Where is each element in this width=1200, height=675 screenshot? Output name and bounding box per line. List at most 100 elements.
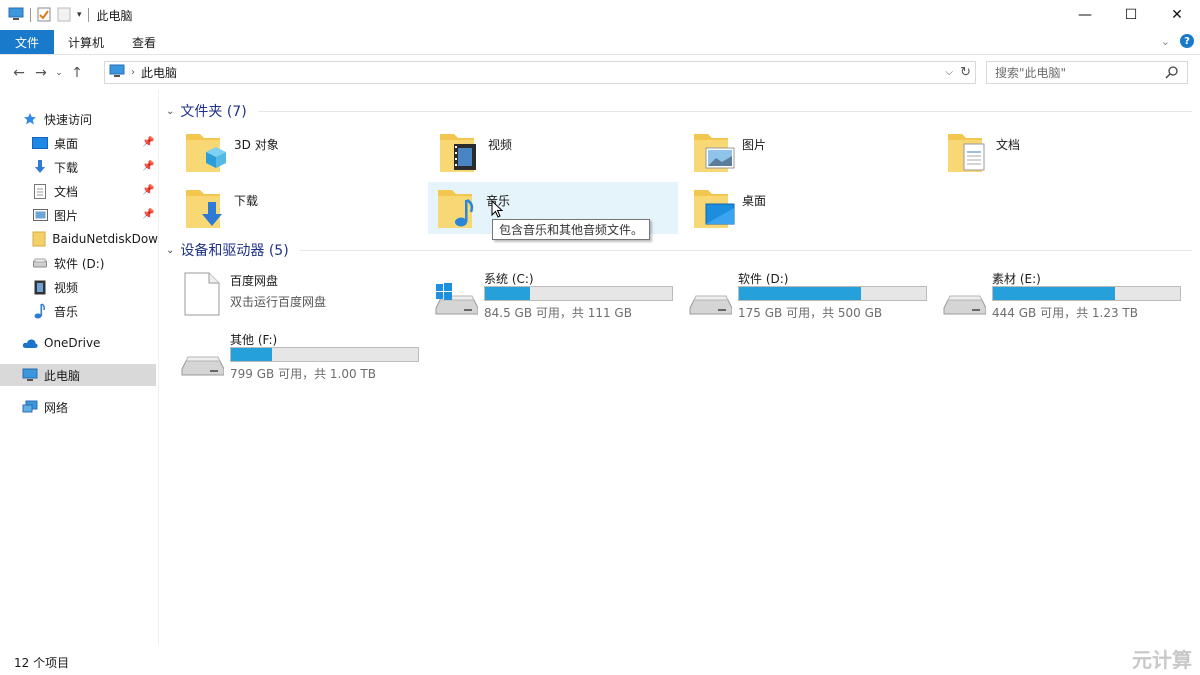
folder-downloads[interactable]: 下载	[176, 182, 426, 234]
storage-usage-fill	[739, 287, 861, 300]
app-file-icon	[184, 272, 220, 316]
breadcrumb-separator-icon[interactable]: ›	[131, 67, 135, 78]
tab-view[interactable]: 查看	[118, 30, 170, 54]
storage-usage-bar	[484, 286, 673, 301]
sidebar-item-videos[interactable]: 视频	[32, 276, 142, 298]
sidebar-item-quick-access[interactable]: 快速访问	[22, 108, 152, 130]
customize-toolbar-chevron-icon[interactable]: ▾	[77, 10, 82, 20]
collapse-chevron-icon[interactable]: ⌄	[166, 106, 174, 117]
tab-computer[interactable]: 计算机	[54, 30, 118, 54]
breadcrumb[interactable]: 此电脑	[141, 64, 177, 81]
folder-name: 文档	[996, 138, 1021, 152]
drive-icon	[689, 295, 732, 315]
recent-locations-chevron-icon[interactable]: ⌄	[52, 68, 66, 78]
close-button[interactable]: ✕	[1154, 0, 1200, 30]
title-bar: ▾ 此电脑 — ☐ ✕	[0, 0, 1200, 30]
drive-item-f[interactable]: 其他 (F:) 799 GB 可用，共 1.00 TB	[176, 329, 426, 389]
download-icon	[32, 159, 48, 175]
drive-free-space: 444 GB 可用，共 1.23 TB	[992, 306, 1138, 320]
drive-free-space: 799 GB 可用，共 1.00 TB	[230, 367, 376, 381]
desktop-icon	[32, 135, 48, 151]
folder-videos[interactable]: 视频	[430, 126, 680, 178]
sidebar-item-desktop[interactable]: 桌面	[32, 132, 142, 154]
search-input[interactable]: 搜索"此电脑"	[986, 61, 1188, 84]
drive-name: 素材 (E:)	[992, 272, 1041, 286]
video-icon	[32, 279, 48, 295]
sidebar-item-drive-d[interactable]: 软件 (D:)	[32, 252, 142, 274]
drive-icon	[32, 255, 48, 271]
maximize-button[interactable]: ☐	[1108, 0, 1154, 30]
group-title: 设备和驱动器 (5)	[180, 243, 289, 259]
sidebar-item-this-pc[interactable]: 此电脑	[0, 364, 156, 386]
minimize-button[interactable]: —	[1062, 0, 1108, 30]
sidebar-item-label: 音乐	[54, 304, 79, 319]
desktop-folder-icon	[692, 184, 738, 230]
collapse-chevron-icon[interactable]: ⌄	[166, 245, 174, 256]
folder-desktop[interactable]: 桌面	[684, 182, 934, 234]
pin-icon: 📌	[142, 185, 155, 196]
sidebar-item-downloads[interactable]: 下载	[32, 156, 142, 178]
ribbon-tabs: 文件 计算机 查看 ⌄ ?	[0, 30, 1200, 55]
up-arrow-icon[interactable]: ↑	[66, 65, 88, 81]
computer-icon	[22, 367, 38, 383]
address-bar[interactable]: › 此电脑 ⌵ ↻	[104, 61, 976, 84]
status-item-count: 12 个项目	[14, 656, 70, 670]
folder-3d-objects[interactable]: 3D 对象	[176, 126, 426, 178]
properties-icon[interactable]	[37, 6, 51, 25]
folders-group-header[interactable]: ⌄ 文件夹 (7)	[166, 101, 247, 121]
sidebar-item-label: 网络	[44, 400, 69, 415]
expand-ribbon-chevron-icon[interactable]: ⌄	[1161, 35, 1170, 48]
drives-group-header[interactable]: ⌄ 设备和驱动器 (5)	[166, 240, 289, 260]
sidebar-item-pictures[interactable]: 图片	[32, 204, 142, 226]
group-title: 文件夹 (7)	[180, 104, 247, 120]
group-divider	[258, 111, 1192, 112]
quick-access-toolbar: ▾	[0, 6, 89, 25]
search-icon[interactable]	[1165, 65, 1179, 82]
tooltip: 包含音乐和其他音频文件。	[492, 219, 651, 240]
drive-item-e[interactable]: 素材 (E:) 444 GB 可用，共 1.23 TB	[938, 268, 1188, 328]
pin-icon: 📌	[142, 161, 155, 172]
drive-name: 系统 (C:)	[484, 272, 534, 286]
storage-usage-bar	[230, 347, 419, 362]
network-icon	[22, 399, 38, 415]
drive-item-d[interactable]: 软件 (D:) 175 GB 可用，共 500 GB	[684, 268, 934, 328]
videos-folder-icon	[438, 128, 484, 174]
storage-usage-fill	[485, 287, 530, 300]
document-icon	[32, 183, 48, 199]
storage-usage-bar	[992, 286, 1181, 301]
sidebar-item-documents[interactable]: 文档	[32, 180, 142, 202]
pin-icon: 📌	[142, 137, 155, 148]
address-dropdown-chevron-icon[interactable]: ⌵	[945, 67, 953, 78]
sidebar-item-network[interactable]: 网络	[22, 396, 152, 418]
drive-subtitle: 双击运行百度网盘	[230, 295, 327, 309]
forward-arrow-icon[interactable]: →	[30, 65, 52, 81]
storage-usage-fill	[231, 348, 273, 361]
toolbar-divider	[87, 8, 89, 22]
sidebar-item-label: 图片	[54, 208, 79, 223]
refresh-icon[interactable]: ↻	[960, 65, 971, 80]
computer-icon[interactable]	[8, 7, 24, 24]
folder-name: 3D 对象	[234, 138, 279, 152]
back-arrow-icon[interactable]: ←	[8, 65, 30, 81]
mouse-cursor-icon	[491, 200, 503, 218]
sidebar-item-label: 视频	[54, 280, 79, 295]
folder-pictures[interactable]: 图片	[684, 126, 934, 178]
folder-documents[interactable]: 文档	[938, 126, 1188, 178]
toolbar-divider	[30, 8, 31, 22]
drive-item-baidu[interactable]: 百度网盘 双击运行百度网盘	[176, 270, 426, 330]
help-icon[interactable]: ?	[1180, 34, 1194, 48]
sidebar-item-label: 快速访问	[44, 112, 93, 127]
group-divider	[300, 250, 1192, 251]
tab-file[interactable]: 文件	[0, 30, 55, 54]
sidebar-item-onedrive[interactable]: OneDrive	[22, 332, 152, 354]
sidebar-item-baidunetdisk[interactable]: BaiduNetdiskDow	[32, 228, 158, 250]
drive-free-space: 175 GB 可用，共 500 GB	[738, 306, 883, 320]
new-folder-icon[interactable]	[57, 6, 71, 25]
pin-icon: 📌	[142, 209, 155, 220]
drive-item-c[interactable]: 系统 (C:) 84.5 GB 可用，共 111 GB	[430, 268, 680, 328]
drive-name: 其他 (F:)	[230, 333, 278, 347]
folder-name: 图片	[742, 138, 767, 152]
navigation-bar: ← → ⌄ ↑ › 此电脑 ⌵ ↻ 搜索"此电脑"	[0, 59, 1200, 87]
sidebar-item-music[interactable]: 音乐	[32, 300, 142, 322]
star-icon	[22, 111, 38, 127]
